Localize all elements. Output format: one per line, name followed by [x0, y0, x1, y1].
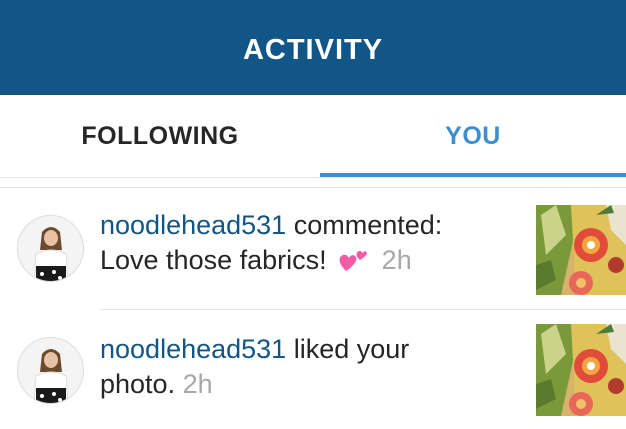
user-avatar[interactable]	[17, 337, 84, 404]
post-thumbnail[interactable]	[536, 205, 626, 295]
activity-action: liked your	[286, 334, 410, 364]
activity-action: commented:	[286, 210, 443, 240]
activity-object: photo.	[100, 369, 176, 399]
user-avatar-image	[18, 216, 83, 281]
activity-item-comment[interactable]: noodlehead531 commented: Love those fabr…	[0, 200, 626, 305]
two-hearts-emoji	[339, 250, 368, 271]
page-title: ACTIVITY	[242, 34, 384, 66]
username-link[interactable]: noodlehead531	[100, 334, 286, 364]
comment-text: Love those fabrics!	[100, 245, 327, 275]
post-thumbnail[interactable]	[536, 324, 626, 416]
tab-following[interactable]: FOLLOWING	[0, 95, 320, 177]
tab-you[interactable]: YOU	[320, 95, 626, 177]
user-avatar[interactable]	[17, 215, 84, 282]
activity-text: noodlehead531 commented: Love those fabr…	[100, 208, 510, 278]
timestamp: 2h	[182, 369, 213, 399]
user-avatar-image	[18, 338, 83, 403]
timestamp: 2h	[381, 245, 412, 275]
activity-item-like[interactable]: noodlehead531 liked your photo. 2h	[0, 322, 626, 429]
tabs-divider	[0, 177, 626, 178]
fabric-photo-thumbnail	[536, 205, 626, 295]
activity-tabs: FOLLOWING YOU	[0, 95, 626, 177]
row-divider	[100, 309, 626, 310]
activity-text: noodlehead531 liked your photo. 2h	[100, 332, 510, 402]
header-bar: ACTIVITY	[0, 0, 626, 95]
list-top-divider	[0, 187, 626, 188]
username-link[interactable]: noodlehead531	[100, 210, 286, 240]
fabric-photo-thumbnail	[536, 324, 626, 416]
